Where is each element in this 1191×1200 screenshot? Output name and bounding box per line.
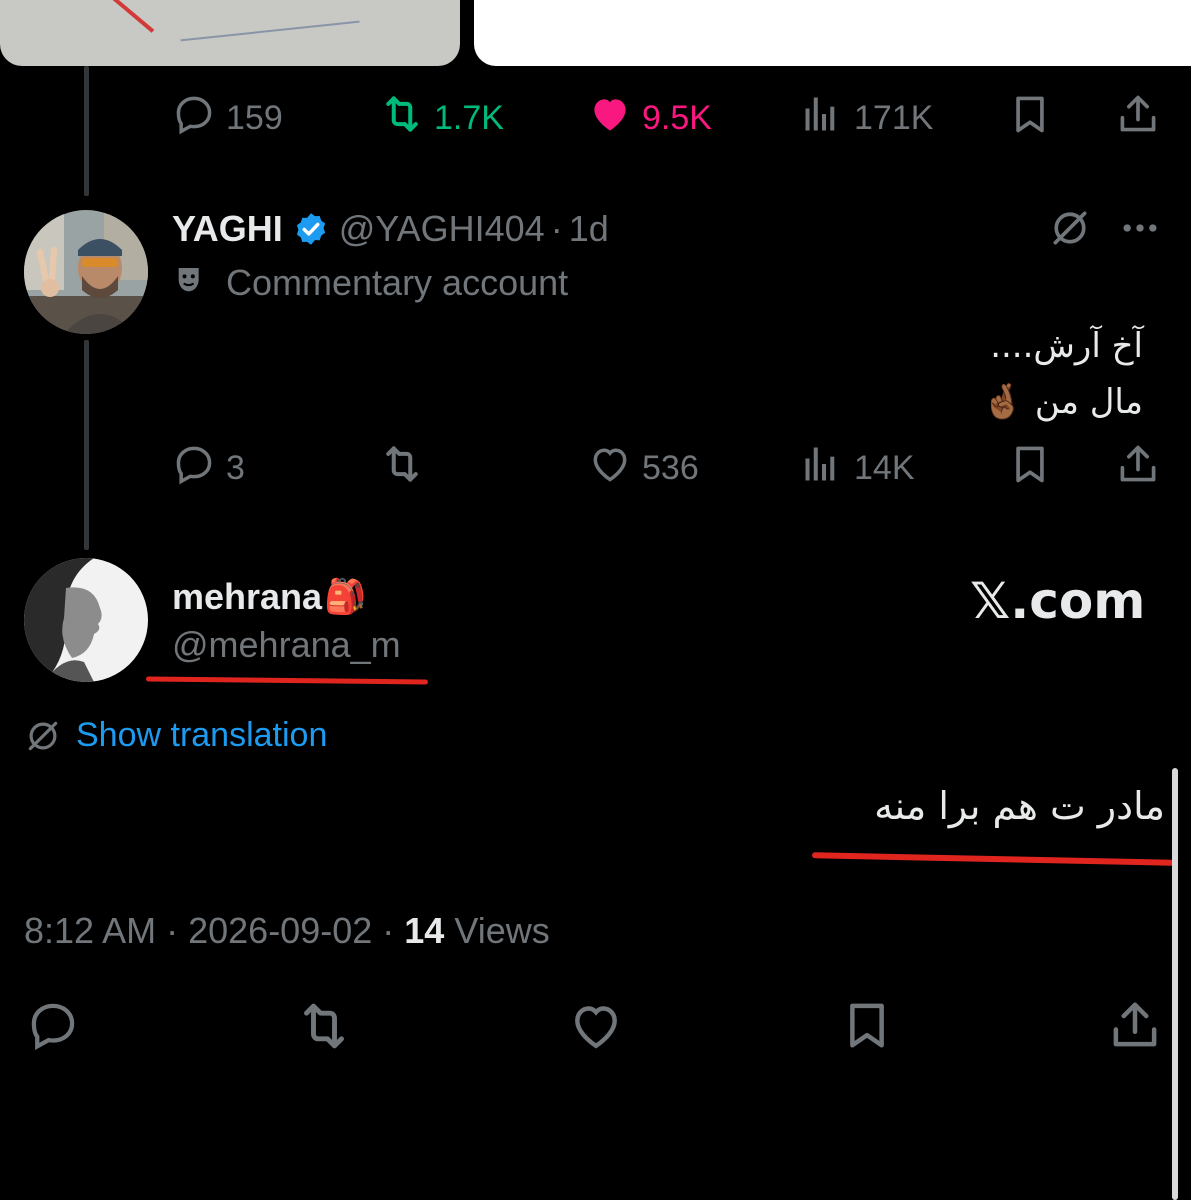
bookmark-icon xyxy=(850,1003,884,1048)
retweet-icon xyxy=(380,92,424,145)
account-label: Commentary account xyxy=(172,262,568,304)
tweet-date[interactable]: 2026-09-02 xyxy=(188,910,372,951)
reply-button[interactable]: 3 xyxy=(172,442,245,495)
views-label: Views xyxy=(454,910,550,951)
share-button[interactable] xyxy=(1116,92,1160,141)
bookmark-icon xyxy=(1016,446,1044,483)
bookmark-button[interactable] xyxy=(1008,442,1052,491)
reply-icon xyxy=(172,442,216,495)
verified-badge-icon xyxy=(293,211,329,247)
like-count: 536 xyxy=(642,449,699,487)
views-button[interactable]: 14K xyxy=(800,442,915,495)
red-annotation-underline xyxy=(811,852,1175,866)
watermark-x-com: 𝕏.com xyxy=(970,572,1146,630)
retweet-button[interactable]: 1.7K xyxy=(380,92,504,145)
retweet-count: 1.7K xyxy=(434,99,504,137)
retweet-button[interactable] xyxy=(380,442,424,495)
heart-icon xyxy=(575,1006,617,1049)
theater-masks-icon xyxy=(172,263,212,303)
like-button[interactable]: 9.5K xyxy=(588,92,712,145)
tweet2-text: آخ آرش.... مال من 🤞🏾 xyxy=(982,318,1143,430)
bookmark-button[interactable] xyxy=(1008,92,1052,141)
reply-count: 3 xyxy=(226,449,245,487)
separator: · xyxy=(382,910,405,951)
reply-button[interactable]: 159 xyxy=(172,92,283,145)
retweet-icon xyxy=(304,1003,344,1049)
media-sketch-line xyxy=(105,0,155,33)
avatar-photo xyxy=(24,210,148,334)
media-sketch-line xyxy=(180,20,360,42)
reply-icon xyxy=(31,1003,75,1051)
red-annotation-underline xyxy=(145,676,429,685)
share-icon xyxy=(1120,445,1156,482)
reply-icon xyxy=(172,92,216,145)
previous-tweet-media-left[interactable] xyxy=(0,0,460,66)
thread-line xyxy=(84,340,89,550)
separator: · xyxy=(166,910,189,951)
like-button[interactable]: 536 xyxy=(588,442,699,495)
share-icon xyxy=(1113,1002,1157,1047)
bookmark-button[interactable] xyxy=(840,998,894,1057)
views-count: 14K xyxy=(854,449,915,487)
retweet-icon xyxy=(380,442,424,495)
like-count: 9.5K xyxy=(642,99,712,137)
avatar-photo xyxy=(24,558,148,682)
author-handle[interactable]: @YAGHI404 xyxy=(339,208,545,250)
views-count: 14 xyxy=(404,910,445,951)
share-button[interactable] xyxy=(1108,998,1162,1057)
tweet-time[interactable]: 8:12 AM xyxy=(24,910,156,951)
previous-tweet-media-right[interactable] xyxy=(474,0,1191,66)
heart-icon xyxy=(588,442,632,495)
avatar-yaghi[interactable] xyxy=(24,210,148,334)
retweet-button[interactable] xyxy=(296,998,352,1059)
heart-icon xyxy=(588,92,632,145)
avatar-mehrana[interactable] xyxy=(24,558,148,682)
views-button[interactable]: 171K xyxy=(800,92,933,145)
analytics-icon xyxy=(800,442,844,495)
thread-line xyxy=(84,66,89,196)
show-translation-link[interactable]: Show translation xyxy=(24,716,327,755)
analytics-icon xyxy=(800,92,844,145)
tweet3-text: مادر ت هم برا منه xyxy=(874,784,1165,828)
scrollbar[interactable] xyxy=(1172,768,1178,1200)
views-count: 171K xyxy=(854,99,934,137)
share-icon xyxy=(1120,95,1156,132)
show-translation-text[interactable]: Show translation xyxy=(76,716,327,755)
tweet3-author: mehrana 🎒 @mehrana_m xyxy=(172,574,401,668)
tweet-time[interactable]: 1d xyxy=(569,208,609,250)
translate-icon xyxy=(24,717,62,755)
bookmark-icon xyxy=(1016,96,1044,133)
tweet2-text-line2: مال من 🤞🏾 xyxy=(981,382,1143,422)
tweet3-meta: 8:12 AM · 2026-09-02 · 14 Views xyxy=(24,910,550,952)
author-handle[interactable]: @mehrana_m xyxy=(172,622,401,668)
author-name[interactable]: YAGHI xyxy=(172,208,283,250)
share-button[interactable] xyxy=(1116,442,1160,491)
tweet2-text-line1: آخ آرش.... xyxy=(990,326,1143,366)
reply-count: 159 xyxy=(226,99,283,137)
author-name[interactable]: mehrana xyxy=(172,576,322,618)
reply-button[interactable] xyxy=(26,998,80,1057)
account-label-text: Commentary account xyxy=(226,262,569,303)
like-button[interactable] xyxy=(568,998,624,1059)
backpack-emoji: 🎒 xyxy=(324,578,367,616)
grok-icon[interactable] xyxy=(1048,206,1092,255)
more-options-icon[interactable] xyxy=(1118,206,1162,255)
separator: · xyxy=(550,208,563,249)
tweet2-header: YAGHI @YAGHI404 · 1d xyxy=(172,206,609,252)
